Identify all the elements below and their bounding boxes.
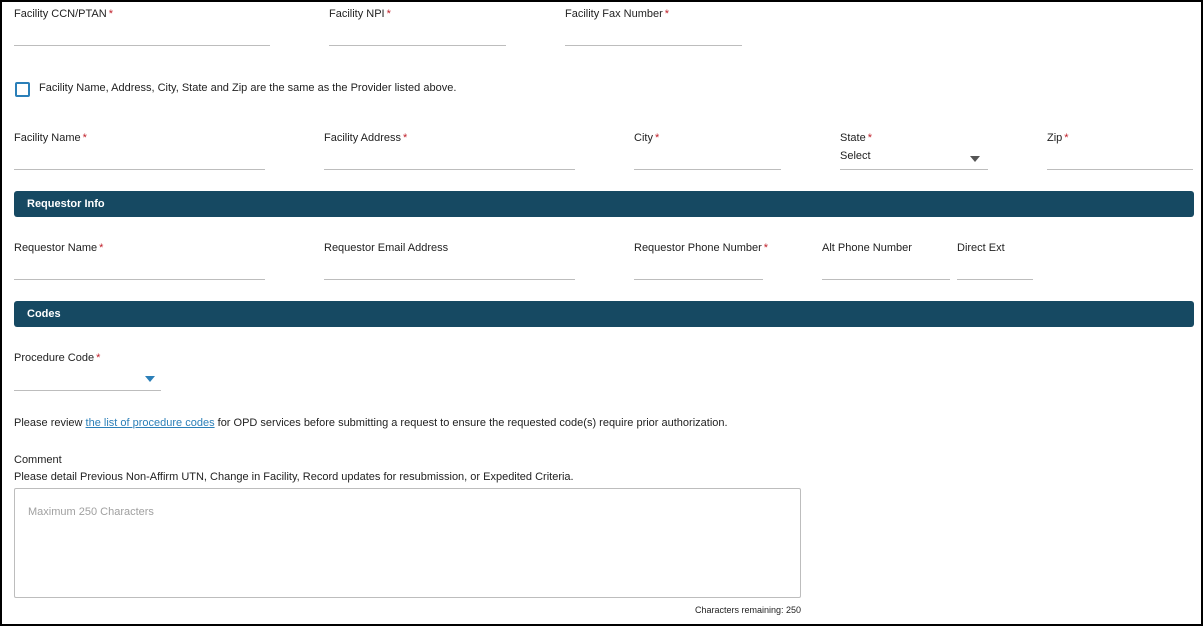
requestor-email-input[interactable] xyxy=(324,279,575,280)
facility-ccn-label: Facility CCN/PTAN * xyxy=(14,8,113,20)
zip-label: Zip * xyxy=(1047,132,1069,144)
comment-label: Comment xyxy=(14,454,62,466)
facility-address-input[interactable] xyxy=(324,169,575,170)
chevron-down-icon xyxy=(145,376,155,382)
required-marker: * xyxy=(386,8,391,20)
facility-address-label: Facility Address * xyxy=(324,132,408,144)
required-marker: * xyxy=(654,132,660,144)
facility-ccn-input[interactable] xyxy=(14,45,270,46)
state-label: State * xyxy=(840,132,872,144)
comment-textarea[interactable]: Maximum 250 Characters xyxy=(14,488,801,598)
facility-name-label: Facility Name * xyxy=(14,132,87,144)
requestor-phone-input[interactable] xyxy=(634,279,763,280)
same-as-provider-label[interactable]: Facility Name, Address, City, State and … xyxy=(39,82,456,94)
chevron-down-icon xyxy=(970,156,980,162)
requestor-info-header: Requestor Info xyxy=(14,191,1194,217)
required-marker: * xyxy=(1064,132,1069,144)
codes-header: Codes xyxy=(14,301,1194,327)
prior-auth-form: Facility CCN/PTAN * Facility NPI * Facilit… xyxy=(0,0,1203,626)
facility-npi-label: Facility NPI * xyxy=(329,8,391,20)
city-input[interactable] xyxy=(634,169,781,170)
facility-fax-label: Facility Fax Number * xyxy=(565,8,670,20)
required-marker: * xyxy=(403,132,408,144)
comment-placeholder: Maximum 250 Characters xyxy=(28,506,154,518)
requestor-email-label: Requestor Email Address xyxy=(324,242,449,254)
requestor-name-label: Requestor Name * xyxy=(14,242,104,254)
required-marker: * xyxy=(867,132,872,144)
comment-hint: Please detail Previous Non-Affirm UTN, C… xyxy=(14,471,574,483)
required-marker: * xyxy=(82,132,87,144)
section-title: Requestor Info xyxy=(27,198,105,210)
procedure-codes-link[interactable]: the list of procedure codes xyxy=(86,417,215,429)
required-marker: * xyxy=(108,8,113,20)
alt-phone-label: Alt Phone Number xyxy=(822,242,912,254)
state-select[interactable]: Select xyxy=(840,147,988,170)
zip-input[interactable] xyxy=(1047,169,1193,170)
facility-npi-input[interactable] xyxy=(329,45,506,46)
requestor-phone-label: Requestor Phone Number * xyxy=(634,242,769,254)
facility-name-input[interactable] xyxy=(14,169,265,170)
requestor-name-input[interactable] xyxy=(14,279,265,280)
facility-fax-input[interactable] xyxy=(565,45,742,46)
procedure-code-select[interactable] xyxy=(14,367,161,391)
section-title: Codes xyxy=(27,308,61,320)
required-marker: * xyxy=(763,242,769,254)
alt-phone-input[interactable] xyxy=(822,279,950,280)
procedure-code-label: Procedure Code * xyxy=(14,352,101,364)
direct-ext-input[interactable] xyxy=(957,279,1033,280)
required-marker: * xyxy=(96,352,101,364)
direct-ext-label: Direct Ext xyxy=(957,242,1005,254)
procedure-code-underline xyxy=(14,390,161,391)
state-select-value: Select xyxy=(840,150,871,162)
required-marker: * xyxy=(99,242,104,254)
same-as-provider-checkbox[interactable] xyxy=(15,82,30,97)
required-marker: * xyxy=(664,8,670,20)
city-label: City * xyxy=(634,132,660,144)
state-select-underline xyxy=(840,169,988,170)
characters-remaining: Characters remaining: 250 xyxy=(694,605,801,615)
procedure-review-note: Please review the list of procedure code… xyxy=(14,417,728,429)
